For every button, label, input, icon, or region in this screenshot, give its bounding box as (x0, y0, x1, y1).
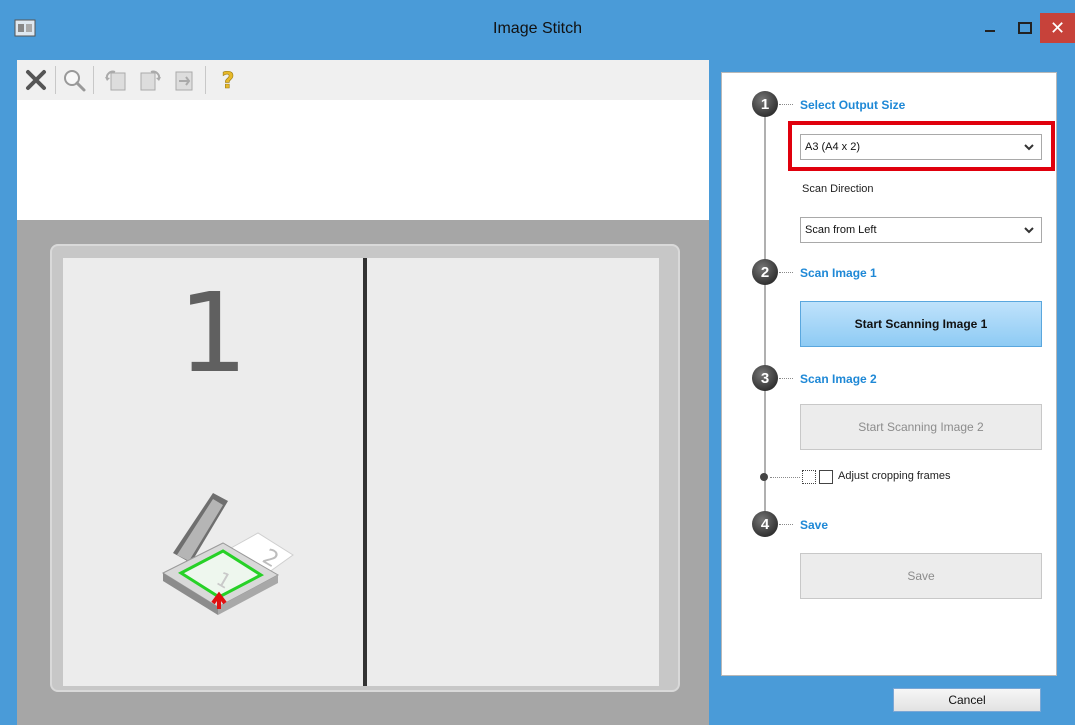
cancel-button[interactable]: Cancel (893, 688, 1041, 712)
rotate-left-icon[interactable] (101, 65, 131, 95)
scan-direction-select[interactable]: Scan from Left (800, 217, 1042, 243)
workspace: ? 1 2 1 (17, 60, 709, 725)
scanner-icon: 2 1 (153, 483, 303, 623)
window-title: Image Stitch (493, 20, 582, 37)
image-1-panel[interactable]: 1 2 1 (63, 258, 363, 686)
toolbar: ? (17, 60, 709, 100)
preview-frame: 1 2 1 (50, 244, 680, 692)
output-size-value: A3 (A4 x 2) (805, 141, 861, 153)
adjust-cropping-checkbox[interactable] (819, 470, 833, 484)
image-stitch-window: Image Stitch ✕ ? 1 2 1 1 Select Output S… (0, 0, 1075, 725)
preview-area: 1 2 1 (17, 220, 709, 725)
step-2-circle: 2 (752, 259, 778, 285)
step-3-circle: 3 (752, 365, 778, 391)
step-2-label: Scan Image 1 (800, 266, 877, 280)
step-4-label: Save (800, 518, 829, 532)
zoom-icon[interactable] (59, 65, 89, 95)
help-icon[interactable]: ? (213, 65, 243, 95)
title-bar: Image Stitch ✕ (0, 0, 1075, 60)
close-button[interactable]: ✕ (1040, 13, 1075, 43)
save-button[interactable]: Save (800, 553, 1042, 599)
rotate-right-icon[interactable] (135, 65, 165, 95)
step-1-label: Select Output Size (800, 98, 906, 112)
step-4-circle: 4 (752, 511, 778, 537)
scan-direction-label: Scan Direction (802, 183, 874, 195)
start-scanning-image-1-button[interactable]: Start Scanning Image 1 (800, 301, 1042, 347)
information-area (17, 100, 709, 220)
close-image-icon[interactable] (21, 65, 51, 95)
step-1-circle: 1 (752, 91, 778, 117)
maximize-icon (1018, 22, 1032, 34)
flip-icon[interactable] (169, 65, 199, 95)
adjust-cropping-row: Adjust cropping frames (760, 469, 1020, 485)
close-icon: ✕ (1049, 17, 1066, 38)
crop-frame-icon (802, 470, 816, 484)
minimize-icon (985, 30, 995, 32)
chevron-down-icon (1024, 227, 1034, 234)
settings-panel: 1 Select Output Size A3 (A4 x 2) Scan Di… (721, 72, 1057, 676)
step-3-label: Scan Image 2 (800, 372, 877, 386)
adjust-cropping-label: Adjust cropping frames (838, 470, 951, 482)
svg-text:?: ? (222, 69, 235, 93)
start-scanning-image-2-button[interactable]: Start Scanning Image 2 (800, 404, 1042, 450)
image-2-panel[interactable] (367, 258, 659, 686)
image-1-number: 1 (178, 269, 248, 397)
minimize-button[interactable] (970, 13, 1010, 43)
scan-direction-value: Scan from Left (805, 224, 877, 236)
maximize-button[interactable] (1010, 13, 1040, 43)
chevron-down-icon (1024, 144, 1034, 151)
output-size-select[interactable]: A3 (A4 x 2) (800, 134, 1042, 160)
